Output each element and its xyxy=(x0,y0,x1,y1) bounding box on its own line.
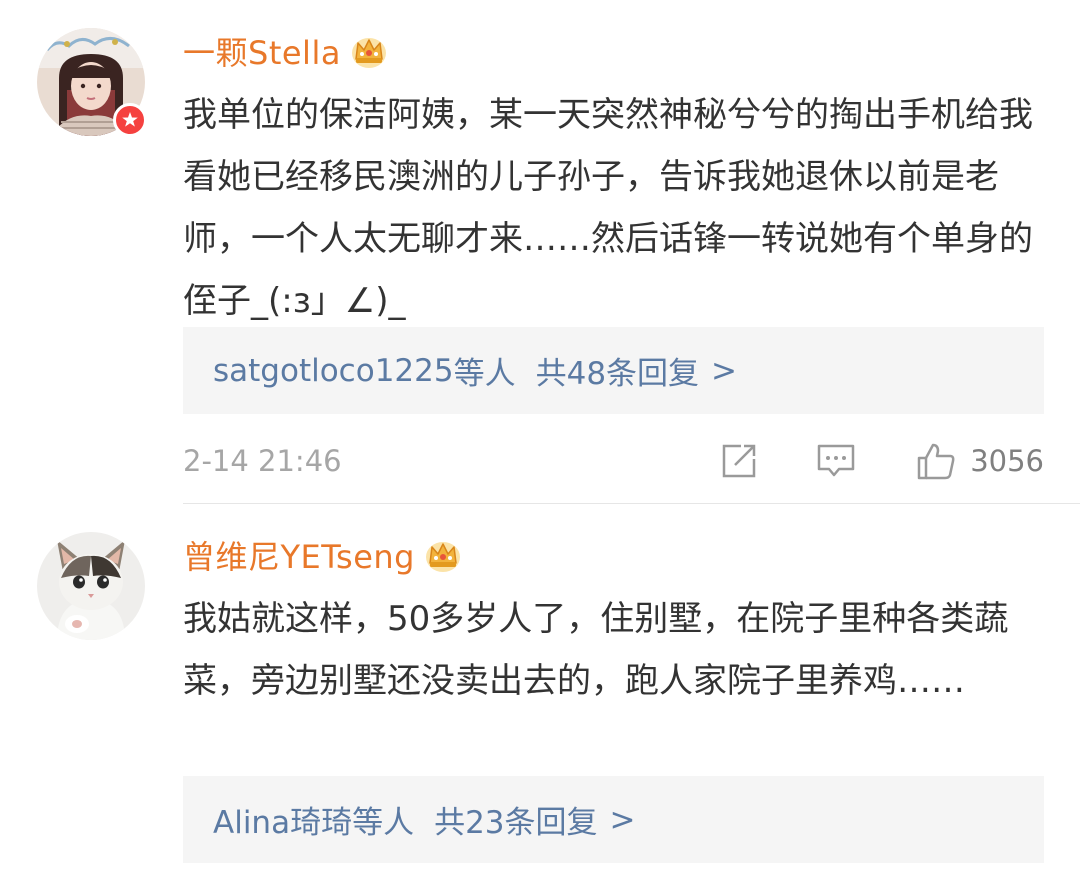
chevron-right-icon: > xyxy=(711,352,738,389)
reply-users[interactable]: satgotloco1225 xyxy=(213,353,454,389)
crown-icon xyxy=(423,535,463,575)
reply-users[interactable]: Alina琦琦 xyxy=(213,797,352,842)
share-icon[interactable] xyxy=(720,442,758,480)
timestamp: 2-14 21:46 xyxy=(183,444,342,478)
comment-footer: 2-14 21:46 3056 xyxy=(183,438,1044,484)
comment-icon[interactable] xyxy=(816,442,856,480)
crown-icon xyxy=(349,31,389,71)
comment-actions: 3056 xyxy=(720,441,1044,481)
like-count: 3056 xyxy=(970,444,1044,478)
avatar-kitten-photo xyxy=(37,532,145,640)
verified-badge-icon xyxy=(113,103,147,137)
reply-suffix: 等人 xyxy=(352,805,415,841)
chevron-right-icon: > xyxy=(609,801,636,838)
username-row: 曾维尼YETseng xyxy=(183,532,463,578)
comment-item: 曾维尼YETseng 我姑就这样，50多岁人了，住别墅，在院子里种各类蔬菜，旁边… xyxy=(0,504,1080,881)
comment-item: 一颗Stella 我单位的保洁阿姨，某一天突然神秘兮兮的掏出手机给我看她已经移民… xyxy=(0,0,1080,503)
avatar[interactable] xyxy=(37,532,145,640)
like-button[interactable]: 3056 xyxy=(916,441,1044,481)
comment-text: 我姑就这样，50多岁人了，住别墅，在院子里种各类蔬菜，旁边别墅还没卖出去的，跑人… xyxy=(183,599,1009,701)
reply-suffix: 等人 xyxy=(453,356,516,392)
comment-text: 我单位的保洁阿姨，某一天突然神秘兮兮的掏出手机给我看她已经移民澳洲的儿子孙子，告… xyxy=(183,95,1033,321)
replies-summary[interactable]: satgotloco1225 等人 共48条回复 > xyxy=(183,327,1044,414)
reply-count-link[interactable]: 共23条回复 xyxy=(434,797,597,842)
replies-summary[interactable]: Alina琦琦 等人 共23条回复 > xyxy=(183,776,1044,863)
username-row: 一颗Stella xyxy=(183,28,389,74)
username[interactable]: 曾维尼YETseng xyxy=(183,532,415,578)
reply-count-link[interactable]: 共48条回复 xyxy=(536,348,699,393)
thumbs-up-icon xyxy=(916,441,956,481)
username[interactable]: 一颗Stella xyxy=(183,28,341,74)
